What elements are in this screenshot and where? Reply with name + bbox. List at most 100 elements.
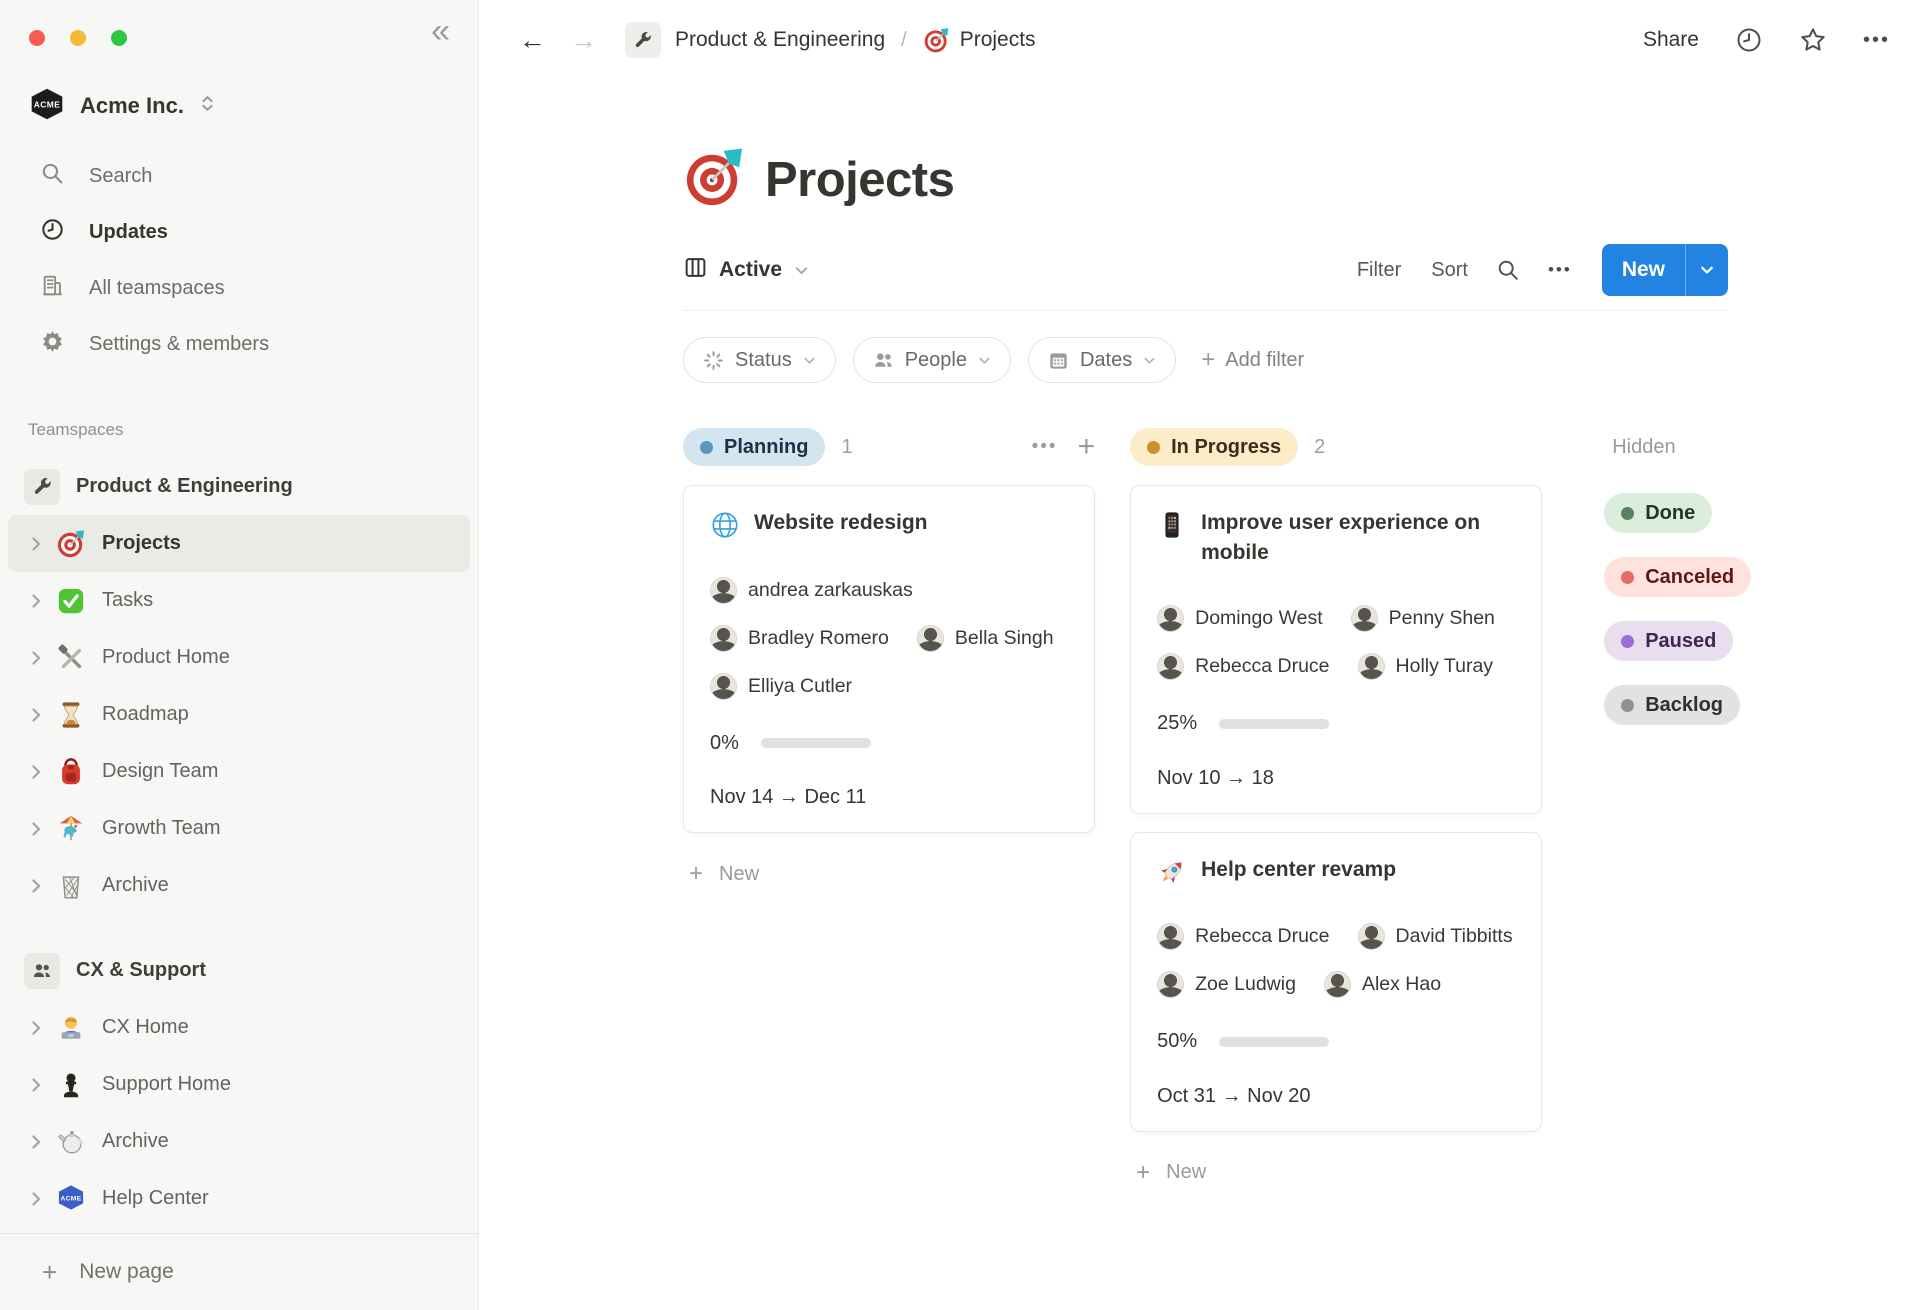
chevron-right-icon[interactable] xyxy=(26,591,46,611)
forward-button[interactable]: → xyxy=(570,27,597,54)
sidebar-item-product-home[interactable]: Product Home xyxy=(0,629,478,686)
view-more-button[interactable]: ••• xyxy=(1548,260,1572,280)
status-dot xyxy=(1147,441,1160,454)
hidden-columns-section: Hidden Done Canceled Paused xyxy=(1604,427,1920,725)
minimize-button[interactable] xyxy=(70,30,86,46)
search-icon xyxy=(40,161,65,192)
view-toolbar: Active Filter Sort ••• New xyxy=(683,244,1728,311)
sidebar-nav: Search Updates All teamspaces Settings &… xyxy=(0,148,478,372)
progress-row: 0% xyxy=(710,731,1068,755)
new-page-button[interactable]: + New page xyxy=(0,1234,478,1310)
sidebar-item-help-center[interactable]: ACME Help Center xyxy=(0,1170,478,1227)
status-pill-planning[interactable]: Planning xyxy=(683,428,825,466)
add-filter-button[interactable]: + Add filter xyxy=(1201,348,1304,372)
fullscreen-button[interactable] xyxy=(111,30,127,46)
card-dates: Oct 31 → Nov 20 xyxy=(1157,1085,1515,1108)
filter-chip-dates[interactable]: Dates xyxy=(1028,337,1176,383)
new-dropdown-button[interactable] xyxy=(1686,244,1728,296)
sidebar-item-cx-home[interactable]: CX Home xyxy=(0,999,478,1056)
share-button[interactable]: Share xyxy=(1643,28,1699,52)
status-pill-in-progress[interactable]: In Progress xyxy=(1130,428,1298,466)
new-button[interactable]: New xyxy=(1602,244,1685,296)
status-tag-paused[interactable]: Paused xyxy=(1604,621,1733,661)
filter-chip-status[interactable]: Status xyxy=(683,337,836,383)
chevron-right-icon[interactable] xyxy=(26,762,46,782)
chevron-right-icon[interactable] xyxy=(26,1132,46,1152)
status-label: Canceled xyxy=(1645,566,1734,589)
status-tag-canceled[interactable]: Canceled xyxy=(1604,557,1751,597)
chevron-down-icon xyxy=(802,353,817,368)
sidebar-item-search[interactable]: Search xyxy=(0,148,478,204)
teamspaces-section-label: Teamspaces xyxy=(28,420,478,444)
sidebar-item-support-home[interactable]: Support Home xyxy=(0,1056,478,1113)
add-card-button[interactable]: + New xyxy=(1130,1156,1542,1190)
sidebar-item-archive-pe[interactable]: Archive xyxy=(0,857,478,914)
project-card-help-center-revamp[interactable]: Help center revamp Rebecca Druce David T… xyxy=(1130,832,1542,1132)
project-card-website-redesign[interactable]: Website redesign andrea zarkauskas Bradl… xyxy=(683,485,1095,833)
people-icon xyxy=(872,349,895,372)
avatar xyxy=(1157,923,1184,950)
chevron-right-icon[interactable] xyxy=(26,1189,46,1209)
hidden-columns-label[interactable]: Hidden xyxy=(1604,427,1920,467)
more-options-button[interactable]: ••• xyxy=(1863,29,1890,52)
sidebar-item-roadmap[interactable]: Roadmap xyxy=(0,686,478,743)
chevron-right-icon[interactable] xyxy=(26,1018,46,1038)
status-tag-backlog[interactable]: Backlog xyxy=(1604,685,1740,725)
chevron-right-icon[interactable] xyxy=(26,876,46,896)
avatar xyxy=(710,673,737,700)
calendar-icon xyxy=(1047,349,1070,372)
filter-chip-people[interactable]: People xyxy=(853,337,1011,383)
breadcrumb-parent[interactable]: Product & Engineering xyxy=(675,28,885,52)
gear-icon xyxy=(40,329,65,360)
favorite-star-button[interactable] xyxy=(1799,26,1827,54)
status-dot xyxy=(1621,571,1634,584)
workspace-switcher-icon xyxy=(198,94,217,118)
column-add-button[interactable]: + xyxy=(1078,432,1096,462)
card-people: Rebecca Druce David Tibbitts Zoe Ludwig … xyxy=(1157,913,1515,1009)
sort-button[interactable]: Sort xyxy=(1431,259,1468,282)
avatar xyxy=(710,577,737,604)
avatar xyxy=(917,625,944,652)
close-button[interactable] xyxy=(29,30,45,46)
progress-bar xyxy=(1219,1037,1329,1047)
chip-label: Dates xyxy=(1080,349,1132,372)
sidebar-item-design-team[interactable]: Design Team xyxy=(0,743,478,800)
filter-button[interactable]: Filter xyxy=(1357,259,1401,282)
chip-label: Status xyxy=(735,349,792,372)
sidebar-item-updates[interactable]: Updates xyxy=(0,204,478,260)
view-tab-active[interactable]: Active xyxy=(683,255,810,285)
new-page-label: New page xyxy=(79,1260,174,1284)
chevron-right-icon[interactable] xyxy=(26,1075,46,1095)
sidebar-item-settings[interactable]: Settings & members xyxy=(0,316,478,372)
workspace-switcher[interactable]: ACME Acme Inc. xyxy=(28,84,478,128)
teamspace-cx-support[interactable]: CX & Support xyxy=(0,942,478,999)
sidebar-item-growth-team[interactable]: Growth Team xyxy=(0,800,478,857)
sidebar-item-all-teamspaces[interactable]: All teamspaces xyxy=(0,260,478,316)
page-icon-target[interactable] xyxy=(683,147,745,214)
chevron-right-icon[interactable] xyxy=(26,819,46,839)
page-title[interactable]: Projects xyxy=(765,152,954,208)
sidebar-item-archive-cx[interactable]: Archive xyxy=(0,1113,478,1170)
board-column-planning: Planning 1 ••• + Website redesign xyxy=(683,427,1095,891)
sidebar-item-tasks[interactable]: Tasks xyxy=(0,572,478,629)
sidebar-item-label: All teamspaces xyxy=(89,277,225,300)
workspace-logo: ACME xyxy=(28,87,66,126)
mobile-phone-icon xyxy=(1157,510,1187,540)
teamspace-name: Product & Engineering xyxy=(76,475,293,498)
column-more-button[interactable]: ••• xyxy=(1032,436,1058,458)
chevron-right-icon[interactable] xyxy=(26,534,46,554)
history-clock-button[interactable] xyxy=(1735,26,1763,54)
breadcrumb-separator: / xyxy=(901,29,907,52)
chevron-right-icon[interactable] xyxy=(26,648,46,668)
sidebar-item-projects[interactable]: Projects xyxy=(8,515,470,572)
back-button[interactable]: ← xyxy=(519,27,546,54)
project-card-improve-mobile-ux[interactable]: Improve user experience on mobile Doming… xyxy=(1130,485,1542,814)
collapse-sidebar-button[interactable]: « xyxy=(431,14,450,48)
teamspace-product-engineering[interactable]: Product & Engineering xyxy=(0,458,478,515)
search-button[interactable] xyxy=(1496,258,1520,282)
chevron-right-icon[interactable] xyxy=(26,705,46,725)
add-card-button[interactable]: + New xyxy=(683,857,1095,891)
breadcrumb-current[interactable]: Projects xyxy=(960,28,1036,52)
status-tag-done[interactable]: Done xyxy=(1604,493,1712,533)
sidebar-item-label: Updates xyxy=(89,221,168,244)
